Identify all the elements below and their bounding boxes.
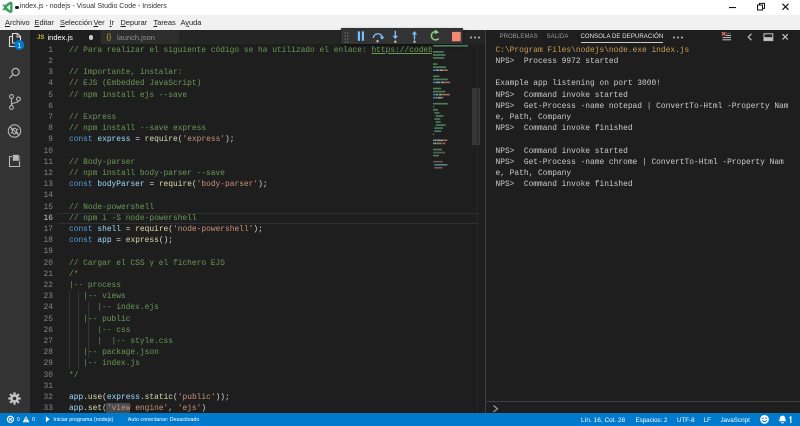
svg-text:1: 1 (17, 42, 21, 49)
